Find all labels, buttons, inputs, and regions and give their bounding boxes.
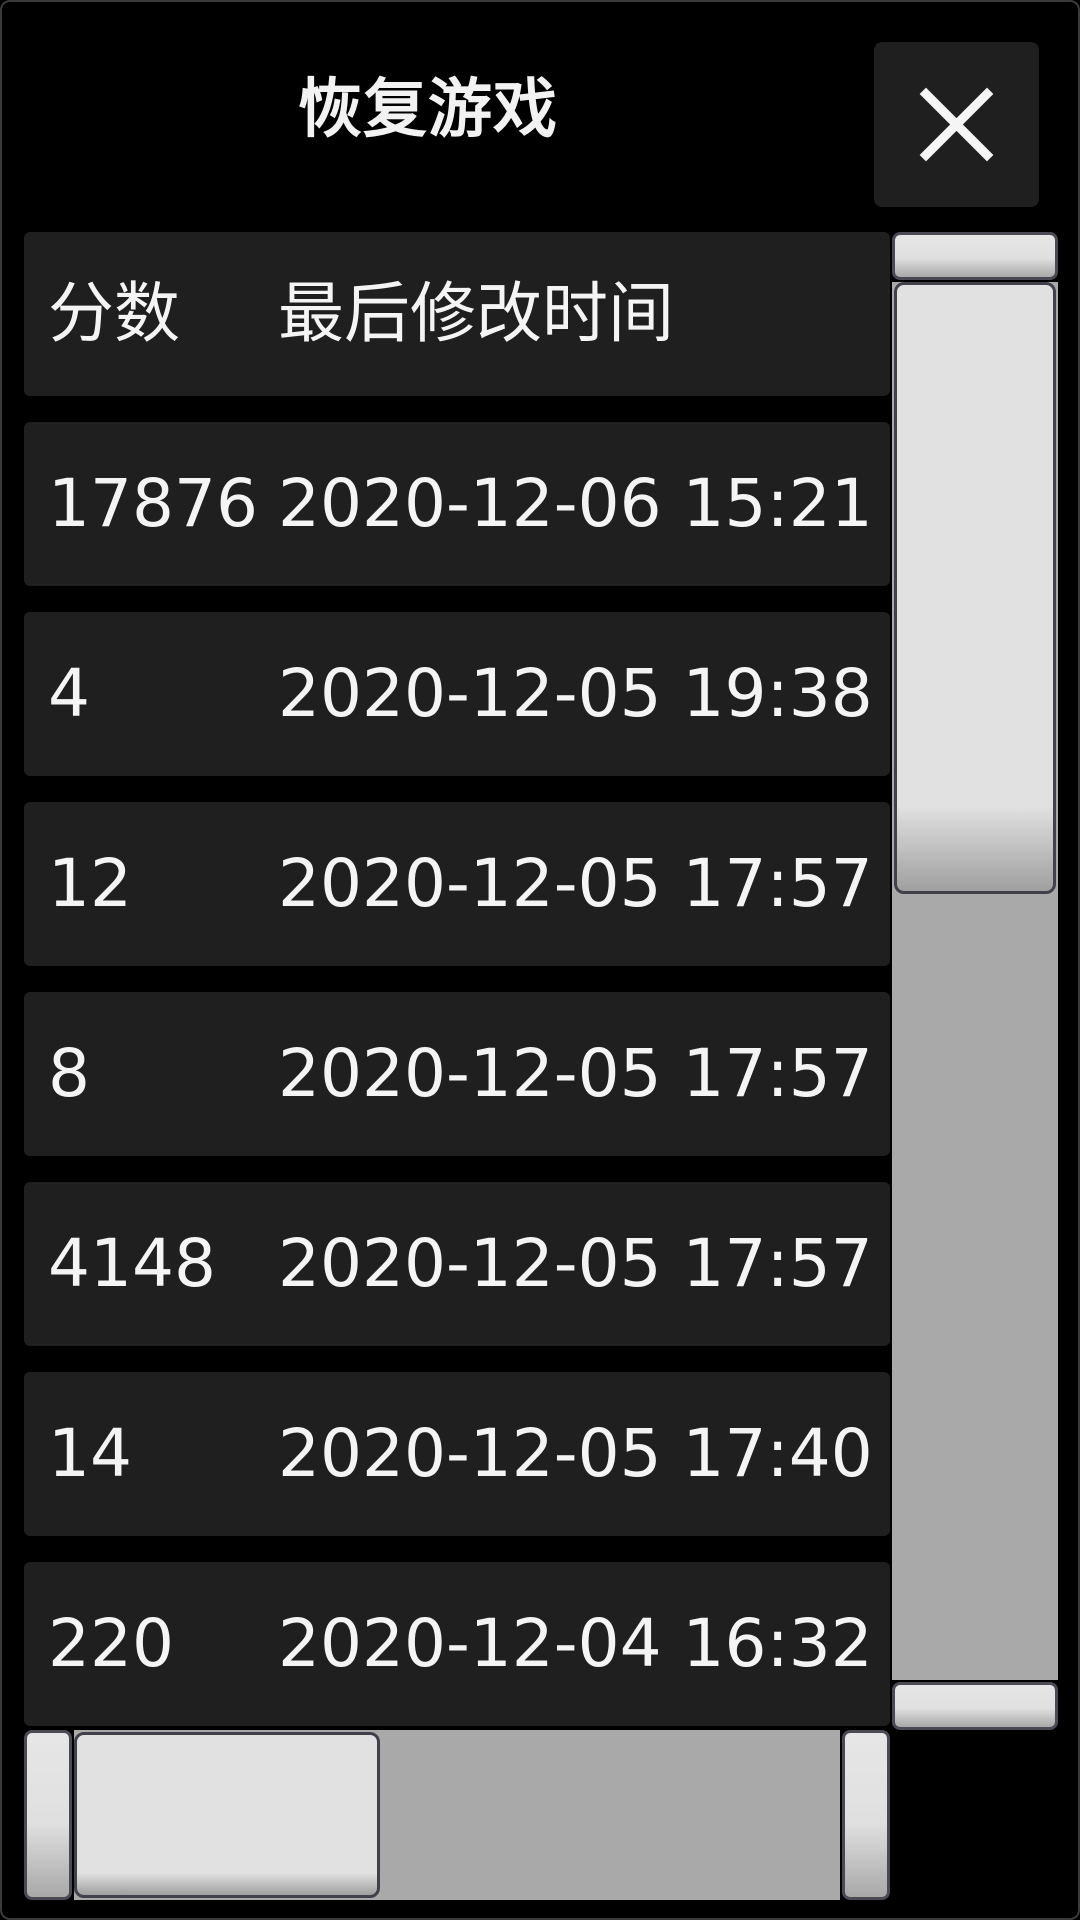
table-row[interactable]: 17876 2020-12-06 15:21 xyxy=(24,422,890,586)
header-score: 分数 xyxy=(48,275,180,352)
row-score: 220 xyxy=(48,1605,174,1682)
scroll-left-button[interactable] xyxy=(24,1730,72,1900)
table-row[interactable]: 12 2020-12-05 17:57 xyxy=(24,802,890,966)
row-time: 2020-12-06 15:21 xyxy=(278,465,873,542)
row-score: 17876 xyxy=(48,465,258,542)
row-time: 2020-12-04 16:32 xyxy=(278,1605,873,1682)
row-time: 2020-12-05 17:40 xyxy=(278,1415,873,1492)
saved-games-list[interactable]: 分数 最后修改时间 17876 2020-12-06 15:21 4 2020-… xyxy=(24,232,890,1730)
row-score: 12 xyxy=(48,845,132,922)
horizontal-scroll-thumb[interactable] xyxy=(74,1732,380,1898)
scroll-up-button[interactable] xyxy=(892,232,1058,280)
row-time: 2020-12-05 17:57 xyxy=(278,845,873,922)
close-button[interactable] xyxy=(874,42,1039,207)
header-last-modified: 最后修改时间 xyxy=(278,275,674,352)
table-row[interactable]: 4 2020-12-05 19:38 xyxy=(24,612,890,776)
table-row[interactable]: 14 2020-12-05 17:40 xyxy=(24,1372,890,1536)
row-time: 2020-12-05 17:57 xyxy=(278,1035,873,1112)
table-row[interactable]: 4148 2020-12-05 17:57 xyxy=(24,1182,890,1346)
dialog-title: 恢复游戏 xyxy=(298,73,558,147)
table-header-row: 分数 最后修改时间 xyxy=(24,232,890,396)
row-score: 4 xyxy=(48,655,90,732)
table-row[interactable]: 8 2020-12-05 17:57 xyxy=(24,992,890,1156)
row-score: 8 xyxy=(48,1035,90,1112)
table-row[interactable]: 220 2020-12-04 16:32 xyxy=(24,1562,890,1726)
restore-game-dialog: 恢复游戏 分数 最后修改时间 17876 2020-12-06 15:21 4 … xyxy=(0,0,1080,1920)
row-time: 2020-12-05 17:57 xyxy=(278,1225,873,1302)
horizontal-scrollbar[interactable] xyxy=(24,1730,890,1900)
row-time: 2020-12-05 19:38 xyxy=(278,655,873,732)
scroll-down-button[interactable] xyxy=(892,1682,1058,1730)
vertical-scroll-thumb[interactable] xyxy=(894,282,1056,894)
row-score: 4148 xyxy=(48,1225,216,1302)
close-icon xyxy=(919,87,994,162)
vertical-scrollbar[interactable] xyxy=(892,232,1058,1730)
row-score: 14 xyxy=(48,1415,132,1492)
scroll-right-button[interactable] xyxy=(842,1730,890,1900)
